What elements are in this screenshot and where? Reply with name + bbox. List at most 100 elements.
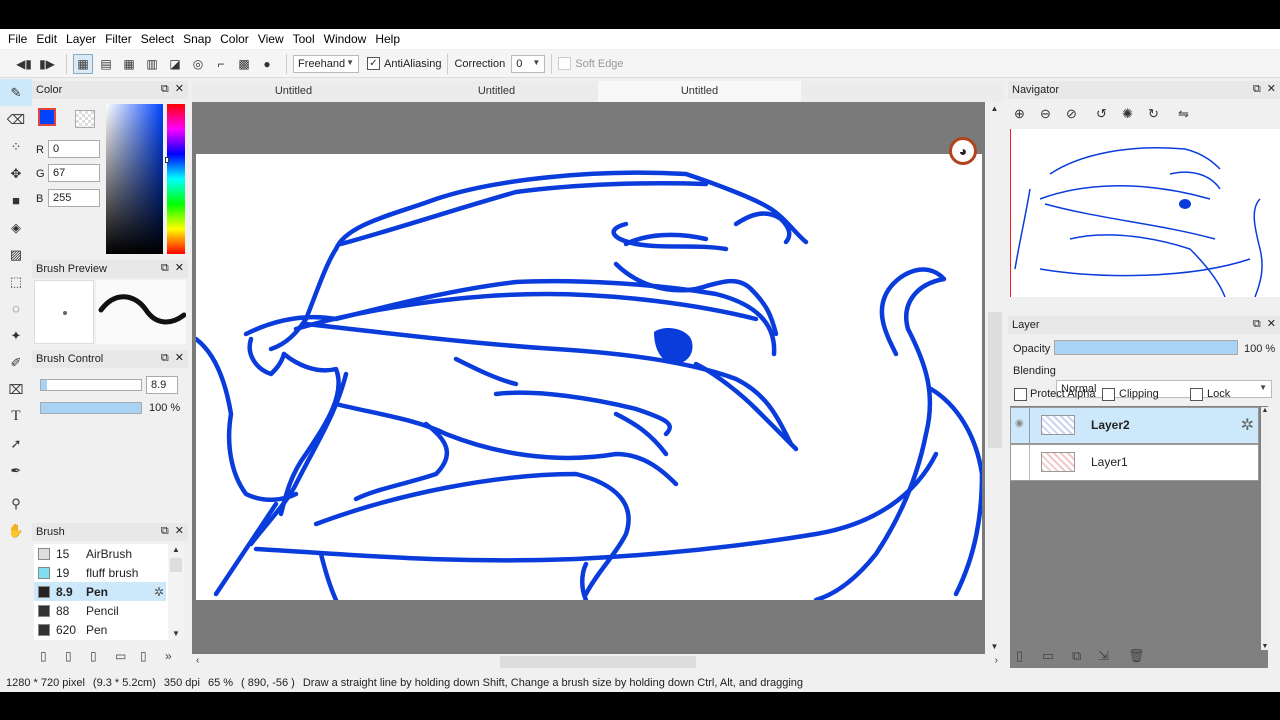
- close-icon[interactable]: ✕: [175, 262, 184, 274]
- protect-alpha-checkbox[interactable]: [1014, 388, 1027, 401]
- snap-off-icon[interactable]: ▦: [73, 53, 93, 74]
- zoom-out-icon[interactable]: ⊖: [1040, 106, 1066, 122]
- menu-layer[interactable]: Layer: [62, 29, 100, 49]
- canvas-viewport[interactable]: ◕: [192, 102, 985, 654]
- gradient-tool-icon[interactable]: ▨: [0, 241, 32, 268]
- close-icon[interactable]: ✕: [1267, 318, 1276, 330]
- scroll-up-icon[interactable]: ▲: [168, 544, 184, 556]
- scroll-up-icon[interactable]: ▲: [985, 102, 1004, 116]
- scroll-left-icon[interactable]: ‹: [196, 655, 199, 666]
- zoom-in-icon[interactable]: ⊕: [1014, 106, 1040, 122]
- snap-dot-icon[interactable]: ●: [257, 54, 277, 74]
- zoom-reset-icon[interactable]: ⊘: [1066, 106, 1096, 122]
- text-tool-icon[interactable]: T: [0, 403, 32, 430]
- navigator-thumbnail[interactable]: [1010, 129, 1280, 297]
- rect-select-tool-icon[interactable]: ⬚: [0, 268, 32, 295]
- layer-list-scrollbar[interactable]: ▲ ▼: [1261, 407, 1269, 650]
- divide-tool-icon[interactable]: ✒: [0, 457, 32, 484]
- canvas-vertical-scrollbar[interactable]: ▲ ▼: [985, 102, 1004, 654]
- brush-item[interactable]: 620 Pen: [34, 620, 166, 639]
- redo-icon[interactable]: ▮▶: [37, 54, 57, 74]
- flip-horizontal-icon[interactable]: ⇋: [1178, 106, 1204, 122]
- select-pen-tool-icon[interactable]: ✐: [0, 349, 32, 376]
- fill-tool-icon[interactable]: ■: [0, 187, 32, 214]
- dot-tool-icon[interactable]: ⁘: [0, 133, 32, 160]
- rotate-left-icon[interactable]: ↺: [1096, 106, 1122, 122]
- menu-edit[interactable]: Edit: [32, 29, 61, 49]
- float-icon[interactable]: ⧉: [1253, 318, 1261, 330]
- menu-snap[interactable]: Snap: [179, 29, 215, 49]
- layer-row-selected[interactable]: ◉ Layer2 ✲: [1010, 407, 1259, 444]
- b-input[interactable]: 255: [48, 189, 100, 207]
- rotate-reset-icon[interactable]: ✺: [1122, 106, 1148, 122]
- transparent-color-swatch[interactable]: [75, 110, 95, 128]
- float-icon[interactable]: ⧉: [161, 352, 169, 364]
- lasso-tool-icon[interactable]: ◌: [0, 295, 32, 322]
- scroll-up-icon[interactable]: ▲: [1261, 407, 1269, 414]
- float-icon[interactable]: ⧉: [161, 525, 169, 537]
- merge-layer-icon[interactable]: ⇲: [1098, 648, 1128, 664]
- tab-untitled-3[interactable]: Untitled: [598, 81, 801, 102]
- operation-tool-icon[interactable]: ➚: [0, 430, 32, 457]
- snap-curve-icon[interactable]: ⌐: [211, 54, 231, 74]
- g-input[interactable]: 67: [48, 164, 100, 182]
- float-icon[interactable]: ⧉: [161, 83, 169, 95]
- close-icon[interactable]: ✕: [1267, 83, 1276, 95]
- undo-icon[interactable]: ◀▮: [14, 54, 34, 74]
- close-icon[interactable]: ✕: [175, 525, 184, 537]
- menu-color[interactable]: Color: [216, 29, 253, 49]
- hue-slider[interactable]: [167, 104, 185, 254]
- mascot-icon[interactable]: ◕: [949, 137, 977, 165]
- brush-settings-icon[interactable]: ▯: [65, 649, 90, 663]
- eraser-tool-icon[interactable]: ⌫: [0, 106, 32, 133]
- trash-icon[interactable]: 🗑: [1128, 648, 1154, 664]
- rotate-right-icon[interactable]: ↻: [1148, 106, 1178, 122]
- new-layer-icon[interactable]: ▯: [1016, 648, 1042, 664]
- snap-lines-icon[interactable]: ▥: [142, 54, 162, 74]
- scroll-down-icon[interactable]: ▼: [1261, 643, 1269, 650]
- duplicate-icon[interactable]: ▯: [140, 649, 165, 663]
- scroll-down-icon[interactable]: ▼: [168, 628, 184, 640]
- gear-icon[interactable]: ✲: [154, 585, 164, 599]
- pen-tool-icon[interactable]: ✎: [0, 79, 32, 106]
- layer-row[interactable]: Layer1: [1010, 444, 1259, 481]
- menu-help[interactable]: Help: [371, 29, 404, 49]
- snap-grid-icon[interactable]: ▦: [119, 54, 139, 74]
- r-input[interactable]: 0: [48, 140, 100, 158]
- brush-opacity-slider[interactable]: [40, 402, 142, 414]
- stroke-mode-select[interactable]: Freehand ▼: [293, 54, 359, 73]
- menu-window[interactable]: Window: [320, 29, 371, 49]
- menu-file[interactable]: File: [4, 29, 31, 49]
- new-brush-icon[interactable]: ▯: [40, 649, 65, 663]
- more-icon[interactable]: »: [165, 649, 185, 663]
- soft-edge-checkbox[interactable]: [558, 57, 572, 70]
- brush-size-slider[interactable]: [40, 379, 142, 391]
- tab-untitled-2[interactable]: Untitled: [395, 81, 598, 102]
- snap-circle-icon[interactable]: ◎: [188, 54, 208, 74]
- bucket-tool-icon[interactable]: ◈: [0, 214, 32, 241]
- eyedropper-tool-icon[interactable]: ⚲: [0, 490, 32, 517]
- menu-view[interactable]: View: [254, 29, 288, 49]
- hand-tool-icon[interactable]: ✋: [0, 517, 32, 544]
- brush-list-scrollbar[interactable]: ▲ ▼: [168, 544, 184, 640]
- magic-wand-tool-icon[interactable]: ✦: [0, 322, 32, 349]
- lock-checkbox[interactable]: [1190, 388, 1203, 401]
- close-icon[interactable]: ✕: [175, 83, 184, 95]
- hue-marker[interactable]: [165, 157, 169, 163]
- move-tool-icon[interactable]: ✥: [0, 160, 32, 187]
- foreground-color-swatch[interactable]: [38, 108, 56, 126]
- snap-perspective-icon[interactable]: ◪: [165, 54, 185, 74]
- new-folder-icon[interactable]: ▭: [1042, 648, 1072, 664]
- menu-tool[interactable]: Tool: [289, 29, 319, 49]
- menu-filter[interactable]: Filter: [101, 29, 136, 49]
- float-icon[interactable]: ⧉: [161, 262, 169, 274]
- scrollbar-thumb[interactable]: [500, 656, 696, 668]
- brush-item[interactable]: 19 fluff brush: [34, 563, 166, 582]
- brush-size-input[interactable]: 8.9: [146, 376, 178, 394]
- brush-item[interactable]: 15 AirBrush: [34, 544, 166, 563]
- brush-copy-icon[interactable]: ▯: [90, 649, 115, 663]
- scroll-right-icon[interactable]: ›: [995, 655, 998, 666]
- correction-select[interactable]: 0 ▼: [511, 54, 546, 73]
- scroll-down-icon[interactable]: ▼: [985, 640, 1004, 654]
- select-eraser-tool-icon[interactable]: ⌧: [0, 376, 32, 403]
